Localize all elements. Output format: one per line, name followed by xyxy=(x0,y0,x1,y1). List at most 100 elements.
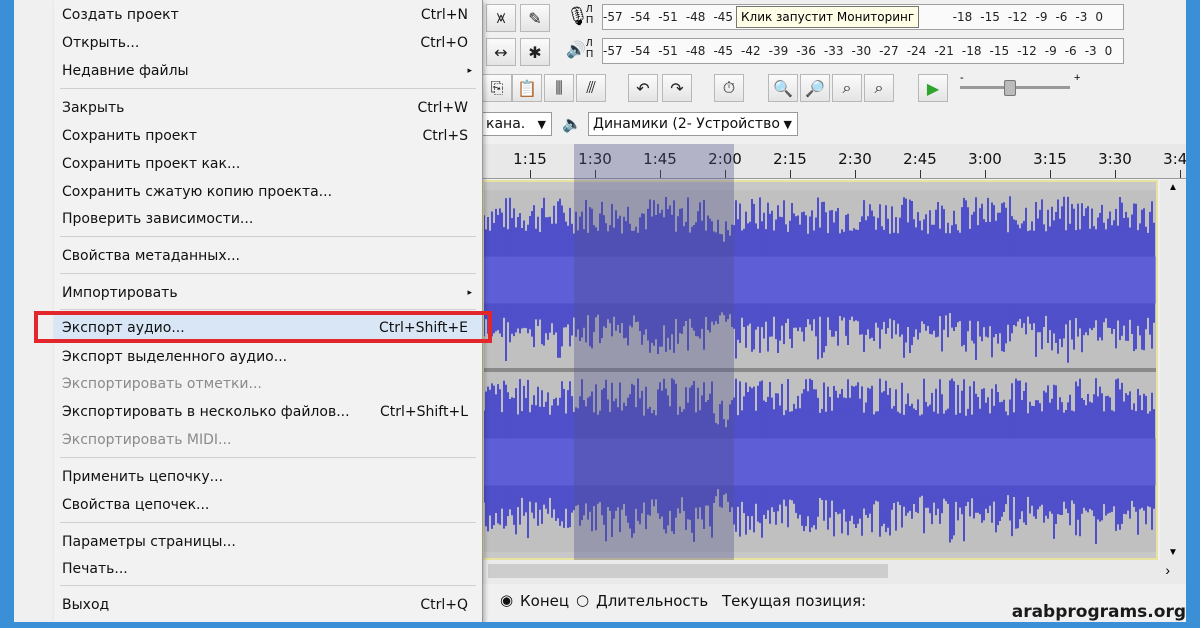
meter-scale-label: -36 xyxy=(796,44,816,58)
menu-item-shortcut: Ctrl+N xyxy=(420,7,468,23)
meter-scale-label: -48 xyxy=(685,44,706,58)
output-device-select[interactable]: Динамики (2- Устройство ▼ xyxy=(588,112,798,136)
menu-separator xyxy=(60,236,476,237)
ruler-tick-mark xyxy=(725,170,726,178)
ruler-tick-mark xyxy=(855,170,856,178)
watermark: arabprograms.org xyxy=(1011,602,1186,622)
menu-item-recent-files[interactable]: Недавние файлы ▸ xyxy=(54,58,482,84)
end-radio-icon[interactable]: ◉ xyxy=(500,591,513,609)
ruler-tick-mark xyxy=(920,170,921,178)
play-meter[interactable]: -57 -54 -51 -48 -45 -42 -39 -36 -33 -30 -27 -24 -21-… xyxy=(602,38,1124,64)
scroll-down-icon[interactable]: ▼ xyxy=(1168,547,1178,558)
menu-item-label: Создать проект xyxy=(62,7,179,23)
menu-item-open[interactable]: Открыть... Ctrl+O xyxy=(54,30,482,56)
ruler-tick-mark xyxy=(530,170,531,178)
fit-project-button[interactable]: ⌕ xyxy=(864,74,894,102)
copy-button[interactable]: ⎘ xyxy=(482,74,512,102)
menu-item-label: Свойства цепочек... xyxy=(62,497,210,513)
scroll-right-icon[interactable]: › xyxy=(1165,562,1170,578)
zoom-in-icon: 🔍 xyxy=(773,78,793,98)
menu-item-label: Недавние файлы xyxy=(62,63,189,79)
ruler-tick-mark xyxy=(790,170,791,178)
menu-item-import[interactable]: Импортировать ▸ xyxy=(54,280,482,306)
track-area[interactable] xyxy=(482,180,1158,560)
ruler-tick-label: 3:15 xyxy=(1033,150,1067,168)
menu-item-label: Закрыть xyxy=(62,100,125,116)
meter-scale-label: -3 xyxy=(1084,44,1097,58)
horizontal-scrollbar[interactable]: › xyxy=(482,560,1186,584)
silence-icon: ⫻ xyxy=(586,78,596,97)
meter-scale-label: 0 xyxy=(1104,44,1113,58)
redo-icon: ↷ xyxy=(670,78,684,98)
copy-icon: ⎘ xyxy=(490,78,504,97)
menu-item-close[interactable]: Закрыть Ctrl+W xyxy=(54,95,482,121)
menu-item-shortcut: Ctrl+O xyxy=(420,35,468,51)
menu-item-export-multiple[interactable]: Экспортировать в несколько файлов... Ctrl… xyxy=(54,399,482,425)
menu-separator xyxy=(60,88,476,89)
trim-button[interactable]: ⫼ xyxy=(544,74,574,102)
length-radio-icon[interactable]: ○ xyxy=(576,591,589,609)
menu-item-shortcut: Ctrl+Shift+E xyxy=(378,320,468,336)
timeline-ruler[interactable]: 1:15 1:30 1:45 2:00 2:15 2:30 2:45 3:00 3:15 3:30… xyxy=(482,144,1186,179)
redo-button[interactable]: ↷ xyxy=(662,74,692,102)
menu-separator xyxy=(60,585,476,586)
timeshift-tool-button[interactable]: ↔ xyxy=(486,38,516,66)
menu-item-exit[interactable]: Выход Ctrl+Q xyxy=(54,592,482,618)
end-radio-label[interactable]: Конец xyxy=(520,592,569,610)
current-position-label: Текущая позиция: xyxy=(722,592,867,610)
play-at-speed-button[interactable]: ▶ xyxy=(918,74,948,102)
waveform[interactable] xyxy=(484,182,1156,558)
multi-tool-button[interactable]: ✱ xyxy=(520,38,550,66)
ruler-tick-label: 3:45 xyxy=(1163,150,1186,168)
speed-slider-thumb[interactable] xyxy=(1004,80,1016,96)
menu-item-save-project-as[interactable]: Сохранить проект как... xyxy=(54,151,482,177)
menu-item-metadata[interactable]: Свойства метаданных... xyxy=(54,243,482,269)
menu-item-label: Экспорт аудио... xyxy=(62,320,185,336)
menu-item-save-project[interactable]: Сохранить проект Ctrl+S xyxy=(54,123,482,149)
menu-item-new-project[interactable]: Создать проект Ctrl+N xyxy=(54,2,482,28)
ruler-tick-label: 2:45 xyxy=(903,150,937,168)
fit-selection-button[interactable]: ⌕ xyxy=(832,74,862,102)
vertical-scrollbar[interactable]: ▲ ▼ xyxy=(1160,180,1186,560)
meter-scale-label: -39 xyxy=(768,44,789,58)
menu-item-shortcut: Ctrl+Shift+L xyxy=(380,404,468,420)
meter-scale-label: -24 xyxy=(906,44,927,58)
input-channels-select[interactable]: кана. ▼ xyxy=(482,112,552,136)
speaker-icon[interactable]: 🔊 xyxy=(566,40,586,60)
zoom-out-icon: 🔎 xyxy=(805,78,825,98)
menu-item-export-audio[interactable]: Экспорт аудио... Ctrl+Shift+E xyxy=(54,315,482,341)
meter-scale-label: -51 xyxy=(658,44,678,58)
horizontal-scroll-thumb[interactable] xyxy=(488,564,888,578)
menu-separator xyxy=(60,522,476,523)
draw-tool-button[interactable]: ✎ xyxy=(520,4,550,32)
menu-item-export-labels: Экспортировать отметки... xyxy=(54,371,482,397)
ruler-tick-label: 1:45 xyxy=(643,150,677,168)
meter-scale-label: -21 xyxy=(934,44,954,58)
meter-scale-label: -9 xyxy=(1044,44,1057,58)
menu-item-print[interactable]: Печать... xyxy=(54,556,482,582)
sync-lock-button[interactable]: ⏱ xyxy=(714,74,744,102)
menu-item-label: Выход xyxy=(62,597,110,613)
meter-scale-label: -57 xyxy=(603,10,623,24)
submenu-arrow-icon: ▸ xyxy=(467,66,472,76)
envelope-tool-button[interactable]: ⩙ xyxy=(486,4,516,32)
undo-button[interactable]: ↶ xyxy=(628,74,658,102)
menu-item-label: Свойства метаданных... xyxy=(62,248,240,264)
menu-item-export-selected-audio[interactable]: Экспорт выделенного аудио... xyxy=(54,344,482,370)
menu-item-check-dependencies[interactable]: Проверить зависимости... xyxy=(54,206,482,232)
menu-item-edit-chains[interactable]: Свойства цепочек... xyxy=(54,492,482,518)
menu-item-label: Проверить зависимости... xyxy=(62,211,254,227)
zoom-in-button[interactable]: 🔍 xyxy=(768,74,798,102)
scroll-up-icon[interactable]: ▲ xyxy=(1168,182,1178,193)
silence-button[interactable]: ⫻ xyxy=(576,74,606,102)
paste-button[interactable]: 📋 xyxy=(512,74,542,102)
menu-item-save-compressed-copy[interactable]: Сохранить сжатую копию проекта... xyxy=(54,179,482,205)
menu-item-apply-chain[interactable]: Применить цепочку... xyxy=(54,464,482,490)
envelope-icon: ⩙ xyxy=(496,8,506,27)
menu-item-page-setup[interactable]: Параметры страницы... xyxy=(54,529,482,555)
zoom-out-button[interactable]: 🔎 xyxy=(800,74,830,102)
meter-scale-label: -3 xyxy=(1075,10,1088,24)
length-radio-label[interactable]: Длительность xyxy=(596,592,708,610)
menu-separator xyxy=(60,273,476,274)
speed-minus-label: - xyxy=(960,72,964,84)
